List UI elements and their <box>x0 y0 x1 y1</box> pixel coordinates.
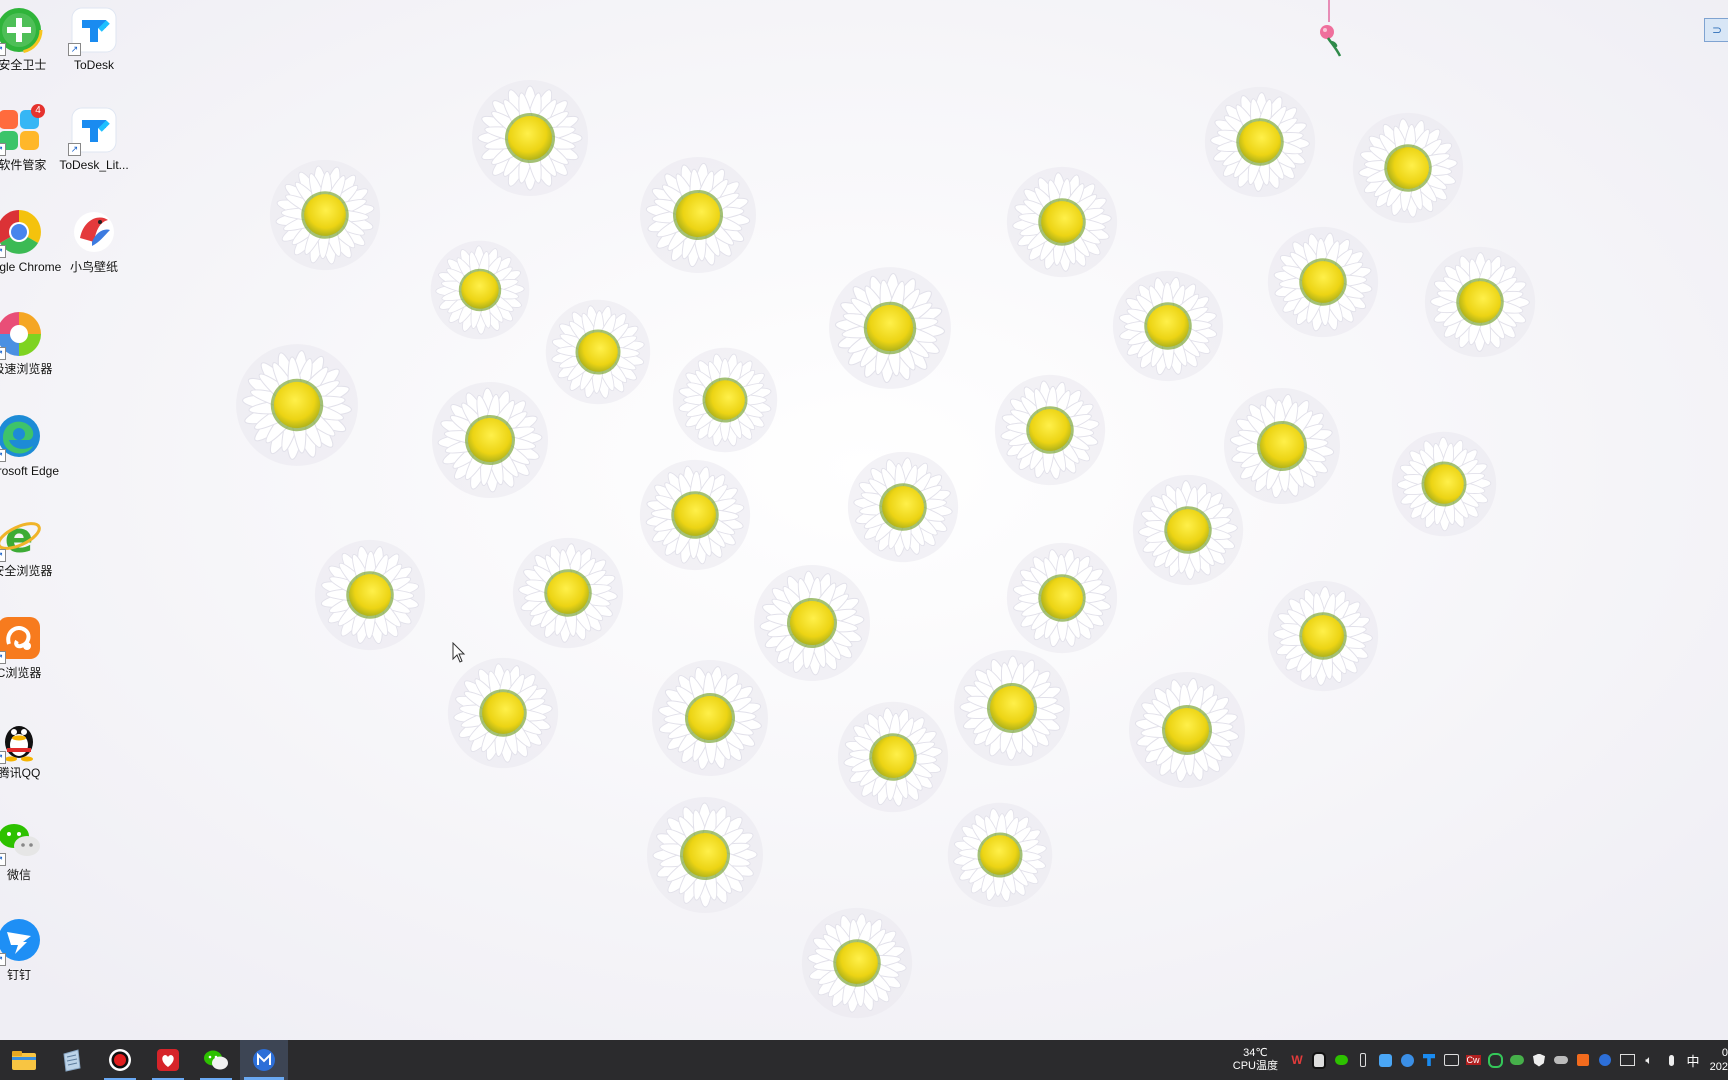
clock-date: 202 <box>1709 1061 1728 1073</box>
wechat-icon <box>204 1050 228 1070</box>
desktop-icon-edge[interactable]: ↗ Microsoft Edge <box>0 412 64 479</box>
uc-browser-icon: ↗ <box>0 614 43 664</box>
desktop-icon-dingtalk[interactable]: ↗ 钉钉 <box>0 916 64 983</box>
bird-wallpaper-icon <box>70 208 118 256</box>
tray-qq-icon[interactable] <box>1308 1040 1330 1080</box>
desktop-icon-wechat[interactable]: ↗ 微信 <box>0 816 64 883</box>
tray-green-circle-icon[interactable] <box>1484 1040 1506 1080</box>
chrome-icon: ↗ <box>0 208 43 258</box>
desktop-icon-label: 小鸟壁纸 <box>69 260 118 274</box>
desktop-wallpaper <box>0 0 1728 1040</box>
folder-icon <box>12 1051 36 1070</box>
system-tray: 34℃ CPU温度 W Cw 🔈︎ 中 0 202 <box>1233 1040 1728 1080</box>
taskbar-app-file-explorer[interactable] <box>0 1040 48 1080</box>
desktop-icon-label: 微信 <box>6 868 31 882</box>
360-security-icon: ↗ <box>0 6 43 56</box>
svg-text:e: e <box>5 513 34 560</box>
system-clock[interactable]: 0 202 <box>1704 1046 1728 1074</box>
speed-browser-icon: ↗ <box>0 310 43 360</box>
notification-badge: 4 <box>31 104 45 118</box>
desktop-icon-ie-browser[interactable]: e ↗ 0安全浏览器 <box>0 512 64 579</box>
tray-todesk-icon[interactable] <box>1374 1040 1396 1080</box>
desktop-icon-label: 0极速浏览器 <box>0 362 53 376</box>
cpu-temperature-widget[interactable]: 34℃ CPU温度 <box>1233 1047 1278 1073</box>
tray-cw-icon[interactable]: Cw <box>1462 1040 1484 1080</box>
ie-browser-icon: e ↗ <box>0 512 43 562</box>
todesk-lite-icon: ↗ <box>68 106 118 156</box>
desktop-icon-label: ToDesk_Lit... <box>59 158 129 172</box>
wallpaper-daisy <box>471 79 589 197</box>
desktop-icon-qq[interactable]: ↗ 腾讯QQ <box>0 714 64 781</box>
desktop-icon-label: ToDesk <box>73 58 114 72</box>
side-panel-toggle-button[interactable]: ⊃ <box>1704 18 1728 42</box>
cpu-temperature-label: CPU温度 <box>1232 1060 1278 1072</box>
tray-thermometer-icon[interactable] <box>1352 1040 1374 1080</box>
desktop-icon-todesk-lite[interactable]: ↗ ToDesk_Lit... <box>49 106 139 173</box>
taskbar-app-wechat[interactable] <box>192 1040 240 1080</box>
input-method-indicator[interactable]: 中 <box>1682 1040 1704 1080</box>
desktop-icon-label: 腾讯QQ <box>0 766 41 780</box>
mouse-cursor-icon <box>452 642 466 663</box>
desktop-icon-label: Microsoft Edge <box>0 464 60 478</box>
tray-todesk-lite-icon[interactable] <box>1418 1040 1440 1080</box>
tray-shield-icon[interactable] <box>1528 1040 1550 1080</box>
wechat-icon: ↗ <box>0 816 43 866</box>
taskbar-app-red-app[interactable] <box>144 1040 192 1080</box>
tray-wps-icon[interactable]: W <box>1286 1040 1308 1080</box>
taskbar: 34℃ CPU温度 W Cw 🔈︎ 中 0 202 <box>0 1040 1728 1080</box>
notepad-icon <box>63 1049 81 1072</box>
desktop-icon-label: 钉钉 <box>6 968 31 982</box>
software-manager-icon: 4 ↗ <box>0 104 45 156</box>
taskbar-app-recorder[interactable] <box>96 1040 144 1080</box>
desktop-icon-uc-browser[interactable]: ↗ C浏览器 <box>0 614 64 681</box>
tray-orange-app-icon[interactable] <box>1572 1040 1594 1080</box>
red-heart-app-icon <box>157 1049 179 1071</box>
tray-wechat-icon[interactable] <box>1330 1040 1352 1080</box>
tray-game-icon[interactable] <box>1506 1040 1528 1080</box>
qq-icon: ↗ <box>0 714 43 764</box>
microphone-icon[interactable] <box>1660 1040 1682 1080</box>
desktop-icon-bird-wallpaper[interactable]: 小鸟壁纸 <box>49 208 139 275</box>
desktop-icon-label: C浏览器 <box>0 666 42 680</box>
taskbar-app-mindmaster[interactable] <box>240 1040 288 1080</box>
taskbar-app-notepad[interactable] <box>48 1040 96 1080</box>
mindmaster-icon <box>253 1049 275 1071</box>
volume-icon[interactable]: 🔈︎ <box>1638 1040 1660 1080</box>
todesk-icon: ↗ <box>68 6 118 56</box>
tray-cloud-icon[interactable] <box>1550 1040 1572 1080</box>
clock-time: 0 <box>1721 1047 1728 1059</box>
cpu-temperature-value: 34℃ <box>1243 1047 1268 1059</box>
edge-icon: ↗ <box>0 412 43 462</box>
dingtalk-icon: ↗ <box>0 916 43 966</box>
tray-message-icon[interactable] <box>1440 1040 1462 1080</box>
tray-security-icon[interactable] <box>1396 1040 1418 1080</box>
record-icon <box>109 1049 131 1071</box>
network-icon[interactable] <box>1616 1040 1638 1080</box>
desktop-icon-todesk[interactable]: ↗ ToDesk <box>49 6 139 73</box>
desktop-icon-speed-browser[interactable]: ↗ 0极速浏览器 <box>0 310 64 377</box>
tray-mindmaster-icon[interactable] <box>1594 1040 1616 1080</box>
desktop-icon-label: 0安全浏览器 <box>0 564 53 578</box>
desktop-pet-flower[interactable] <box>1316 0 1342 58</box>
